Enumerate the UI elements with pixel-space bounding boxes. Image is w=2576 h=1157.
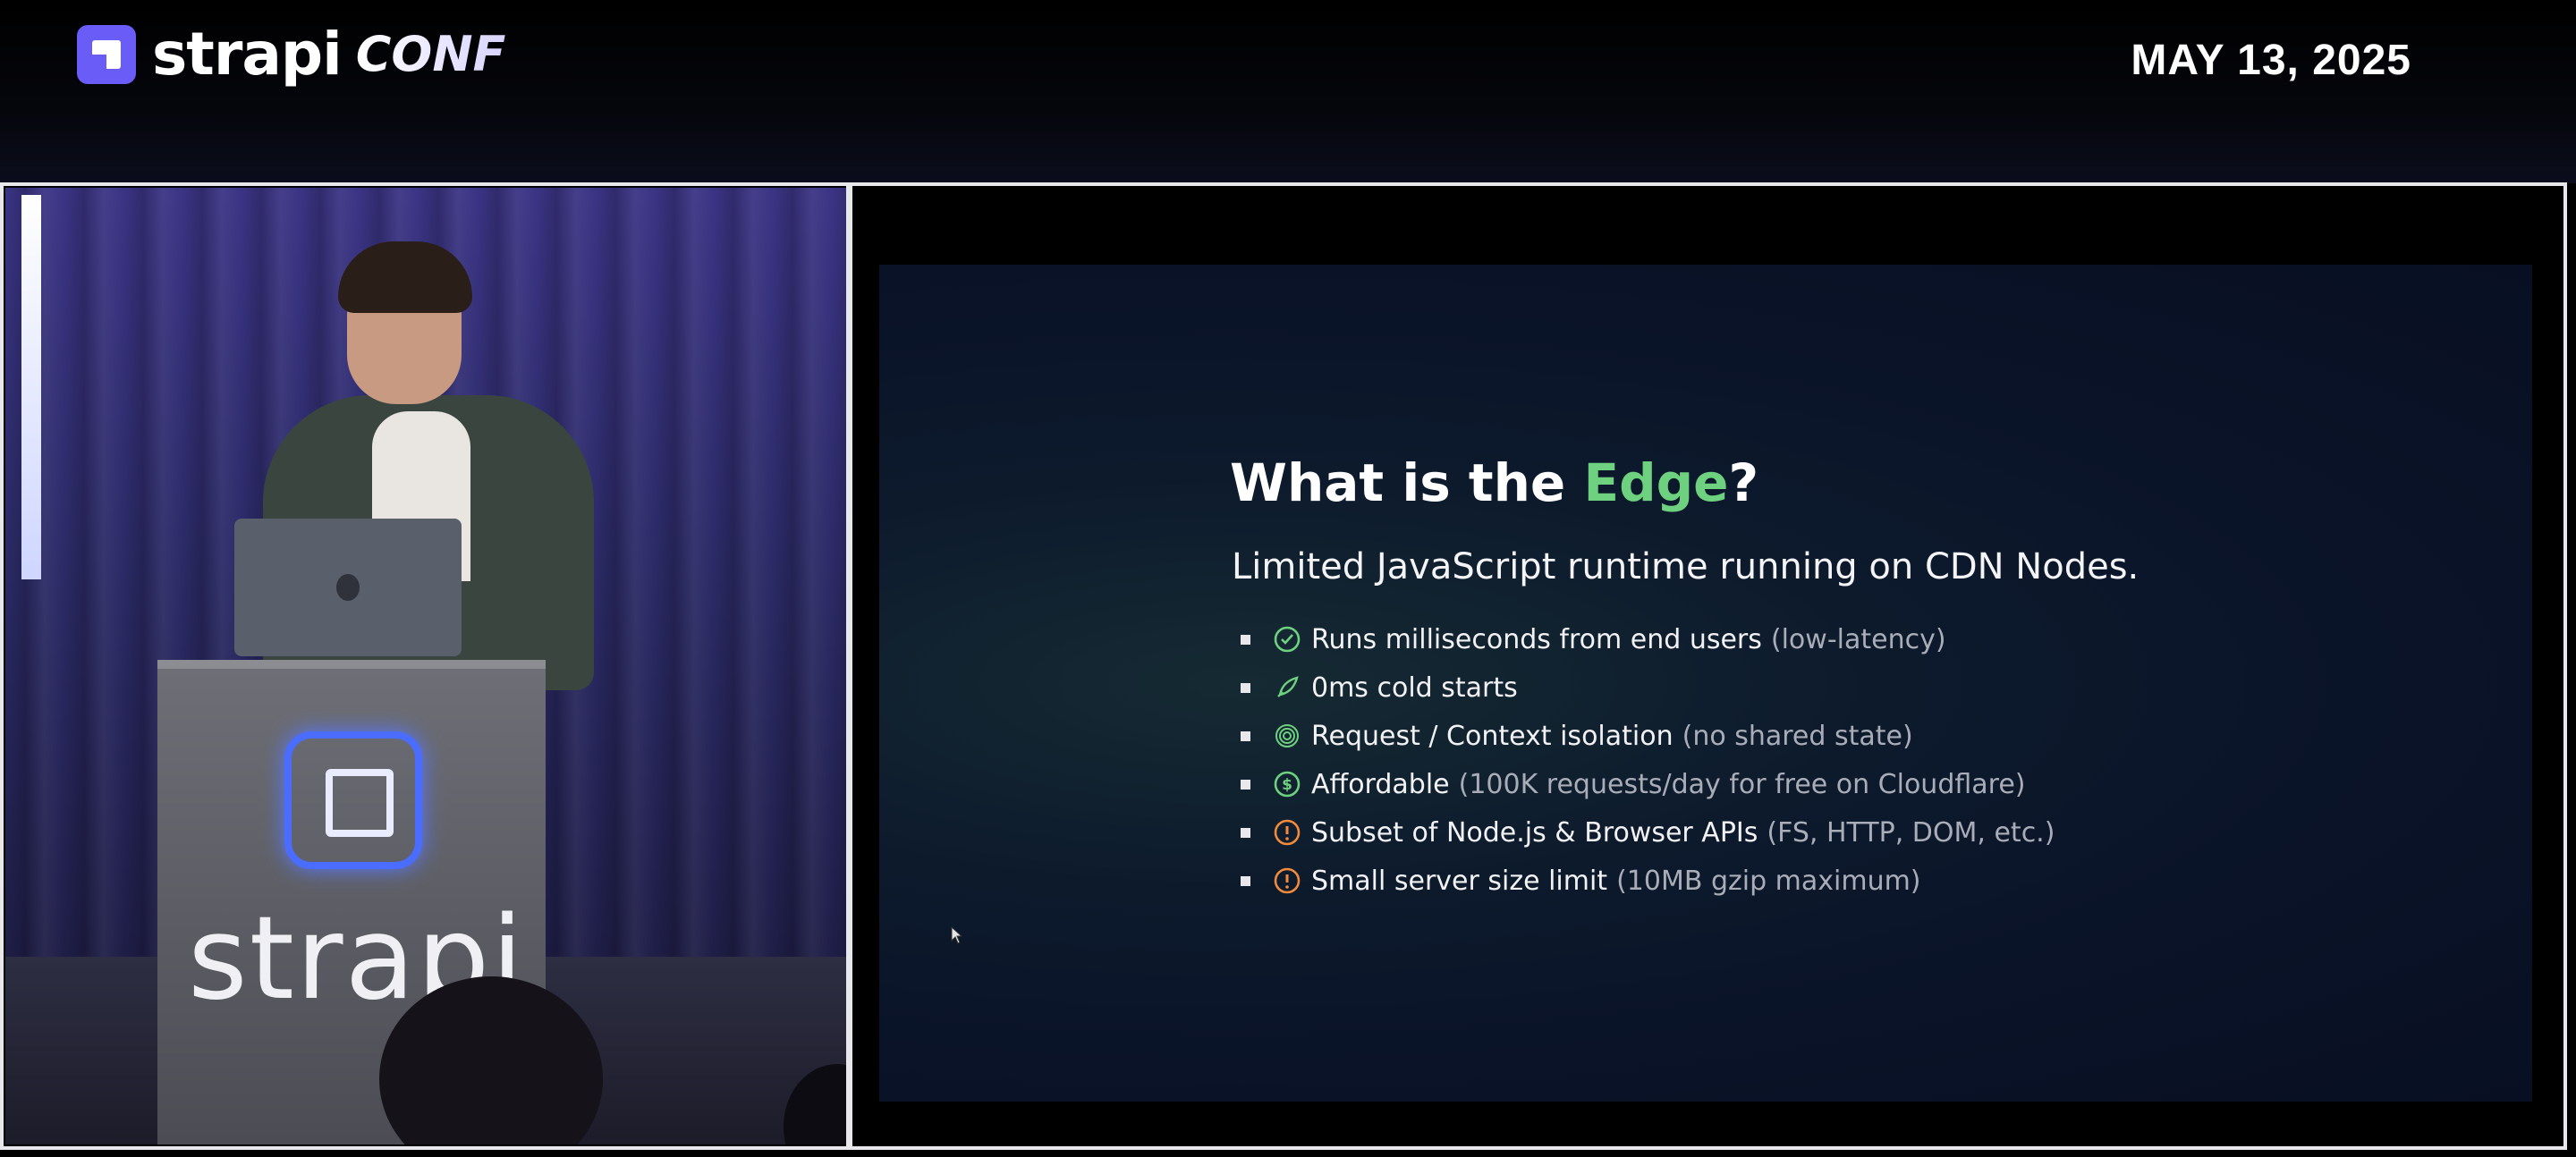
bullet-text: Request / Context isolation — [1311, 720, 1674, 752]
bullet-note: (10MB gzip maximum) — [1616, 865, 1921, 897]
list-item: 0ms cold starts — [1241, 663, 2055, 712]
list-item: Small server size limit (10MB gzip maxim… — [1241, 857, 2055, 905]
bullet-square — [1241, 779, 1250, 790]
mouse-cursor-icon — [951, 926, 963, 944]
rocket-icon — [1272, 672, 1302, 703]
title-post: ? — [1728, 452, 1759, 513]
check-circle-icon — [1272, 624, 1302, 655]
bullet-square — [1241, 875, 1250, 886]
slide-subtitle: Limited JavaScript runtime running on CD… — [1232, 546, 2140, 587]
slide-title: What is the Edge? — [1230, 452, 1758, 513]
bullet-square — [1241, 827, 1250, 838]
list-item: $ Affordable (100K requests/day for free… — [1241, 760, 2055, 808]
bullet-text: Subset of Node.js & Browser APIs — [1311, 816, 1758, 849]
bullet-square — [1241, 634, 1250, 645]
list-item: Request / Context isolation (no shared s… — [1241, 712, 2055, 760]
bullet-list: Runs milliseconds from end users (low-la… — [1241, 615, 2055, 905]
video-frame: strapi What is the Edge? Limited JavaScr… — [0, 182, 2567, 1150]
logo-conf: CONF — [355, 26, 506, 82]
bullet-square — [1241, 731, 1250, 741]
event-date: MAY 13, 2025 — [2131, 37, 2411, 84]
slide-panel: What is the Edge? Limited JavaScript run… — [852, 186, 2563, 1146]
apple-logo-icon — [336, 574, 360, 601]
bullet-text: Runs milliseconds from end users — [1311, 623, 1762, 655]
speaker-camera-panel: strapi — [5, 188, 846, 1144]
strapi-conf-logo: strapi CONF — [77, 20, 505, 89]
logo-word: strapi — [152, 20, 343, 89]
stage-light — [21, 195, 41, 579]
bullet-note: (low-latency) — [1770, 623, 1946, 655]
bullet-text: Small server size limit — [1311, 865, 1608, 897]
bullet-note: (no shared state) — [1682, 720, 1913, 752]
warning-circle-icon — [1272, 866, 1302, 896]
panel-divider — [846, 186, 852, 1146]
fingerprint-icon — [1272, 721, 1302, 751]
bullet-note: (FS, HTTP, DOM, etc.) — [1767, 816, 2055, 849]
title-accent: Edge — [1583, 452, 1729, 513]
bullet-square — [1241, 682, 1250, 693]
bullet-text: 0ms cold starts — [1311, 671, 1518, 704]
list-item: Subset of Node.js & Browser APIs (FS, HT… — [1241, 808, 2055, 857]
bullet-text: Affordable — [1311, 768, 1450, 800]
dollar-circle-icon: $ — [1272, 769, 1302, 799]
laptop — [234, 519, 462, 656]
presentation-slide: What is the Edge? Limited JavaScript run… — [879, 265, 2532, 1102]
bullet-note: (100K requests/day for free on Cloudflar… — [1458, 768, 2026, 800]
top-bar: strapi CONF MAY 13, 2025 — [0, 0, 2576, 183]
list-item: Runs milliseconds from end users (low-la… — [1241, 615, 2055, 663]
podium-strapi-logo-icon — [284, 731, 422, 869]
warning-circle-icon — [1272, 817, 1302, 848]
svg-text:$: $ — [1282, 776, 1292, 794]
strapi-logo-icon — [77, 24, 136, 84]
title-pre: What is the — [1230, 452, 1584, 513]
